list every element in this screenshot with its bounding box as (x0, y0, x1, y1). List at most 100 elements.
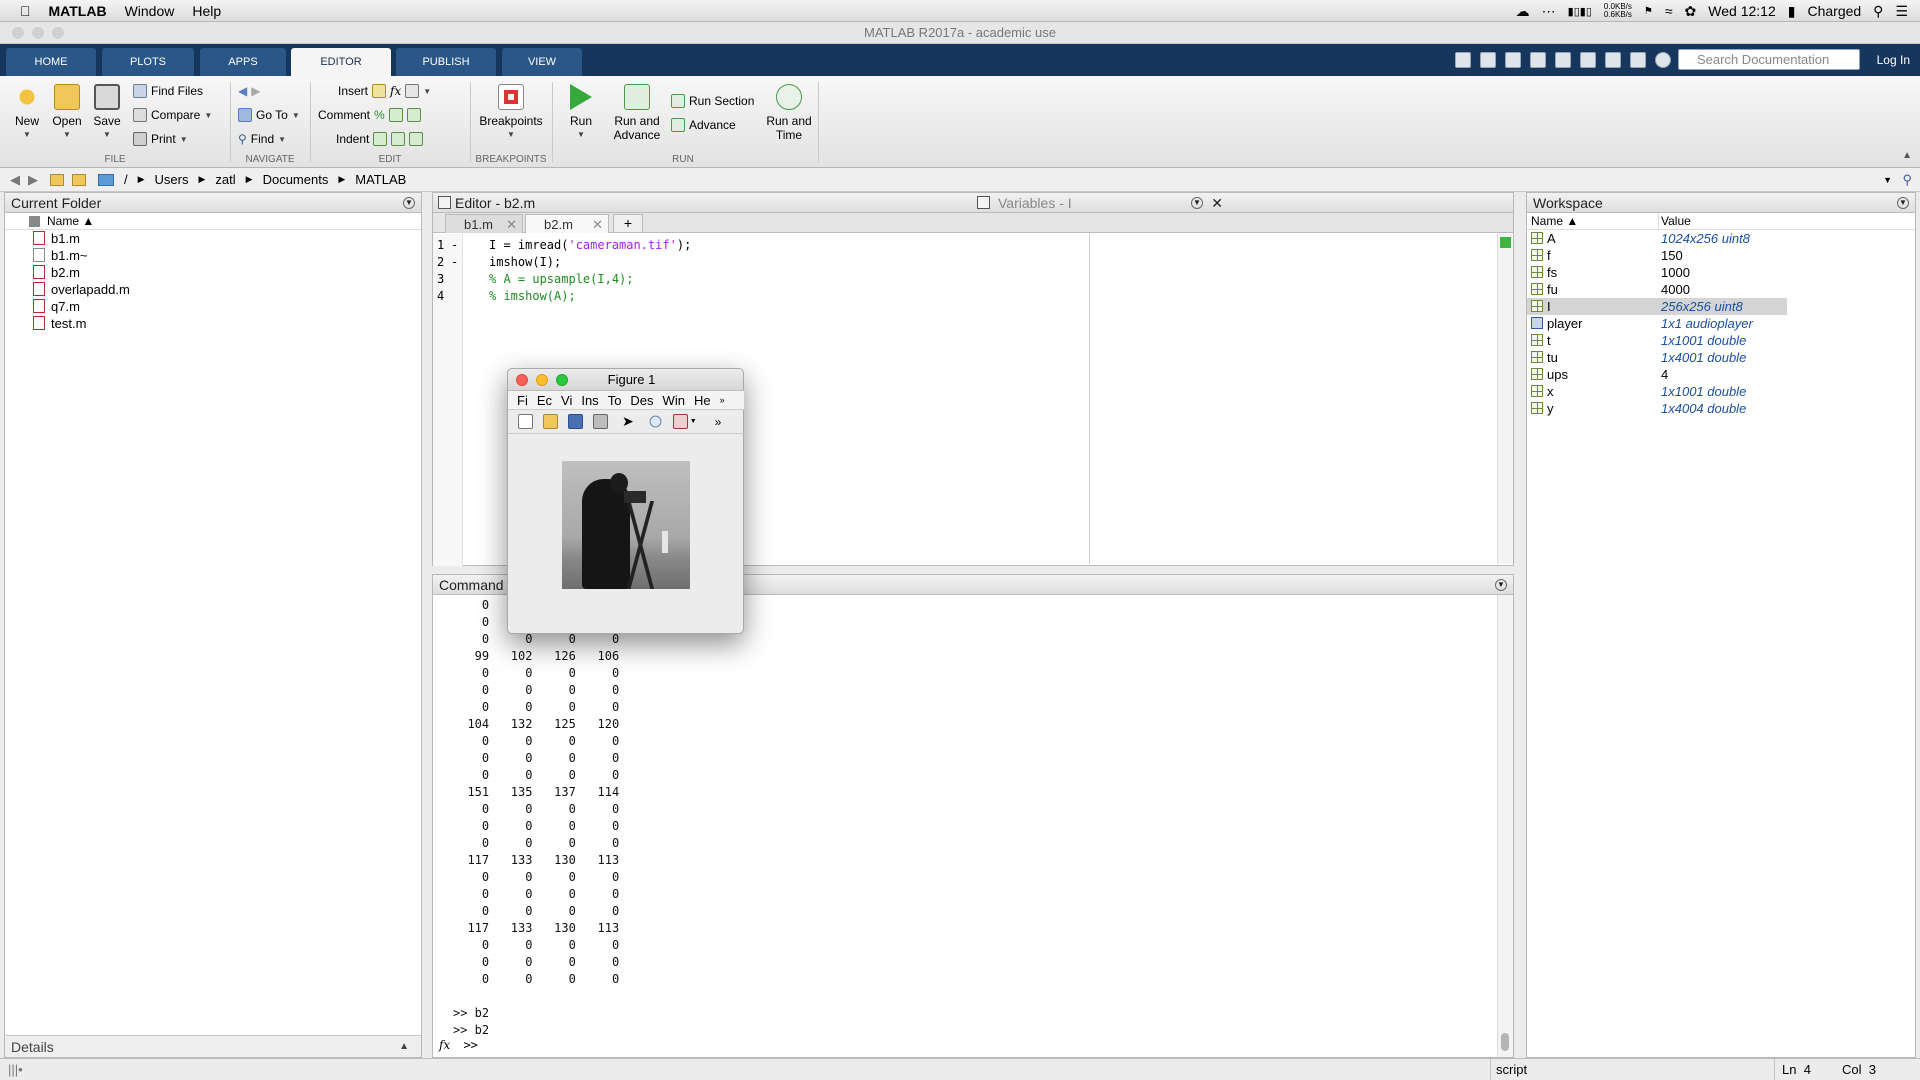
menu-app-matlab[interactable]: MATLAB (49, 3, 107, 19)
log-in-button[interactable]: Log In (1877, 50, 1910, 70)
go-to-button[interactable]: Go To ▼ (238, 106, 300, 124)
code-line[interactable]: 4% imshow(A); (433, 288, 1513, 305)
save-button[interactable]: Save ▼ (92, 84, 122, 142)
dropdown-icon[interactable]: ▼ (690, 418, 697, 425)
open-file-icon[interactable] (543, 414, 558, 429)
search-documentation-input[interactable]: Search Documentation (1678, 49, 1860, 70)
cloud-icon[interactable]: ☁ (1516, 3, 1530, 20)
workspace-row[interactable]: ups 4 (1527, 366, 1915, 383)
flag-icon[interactable]: ⚑ (1644, 6, 1653, 17)
column-header-name[interactable]: Name ▲ (1531, 213, 1578, 230)
search-folder-icon[interactable]: ⚲ (1902, 172, 1912, 188)
bluetooth-icon[interactable]: ✿ (1685, 3, 1697, 20)
new-button[interactable]: New ▼ (12, 84, 42, 142)
figure-title-bar[interactable]: Figure 1 (508, 369, 743, 391)
redo-icon[interactable] (1605, 52, 1621, 68)
run-and-time-button[interactable]: Run and Time (762, 84, 816, 142)
figure-zoom-button[interactable] (556, 374, 568, 386)
new-tab-icon[interactable]: + (613, 214, 643, 233)
scroll-thumb[interactable] (1501, 1033, 1509, 1051)
tab-b2m[interactable]: b2.m ✕ (525, 214, 609, 233)
find-button[interactable]: ⚲ Find ▼ (238, 130, 286, 148)
more-icon[interactable]: ⋯ (1542, 3, 1556, 20)
forward-icon[interactable]: ▶ (28, 172, 38, 188)
file-item[interactable]: q7.m (5, 298, 421, 315)
code-line[interactable]: 3% A = upsample(I,4); (433, 271, 1513, 288)
file-item[interactable]: b1.m~ (5, 247, 421, 264)
compare-button[interactable]: Compare ▼ (133, 106, 212, 124)
variables-tab-title[interactable]: Variables - I (998, 193, 1072, 213)
breakpoints-button[interactable]: Breakpoints ▼ (477, 84, 545, 142)
nav-back-forward[interactable]: ◀ ▶ (238, 82, 260, 100)
figure-close-button[interactable] (516, 374, 528, 386)
workspace-row[interactable]: fu 4000 (1527, 281, 1915, 298)
figure-menu-window[interactable]: Win (663, 393, 685, 408)
help-icon[interactable] (1655, 52, 1671, 68)
open-button[interactable]: Open ▼ (50, 84, 84, 142)
workspace-row[interactable]: fs 1000 (1527, 264, 1915, 281)
spotlight-search-icon[interactable]: ⚲ (1873, 3, 1883, 20)
menu-window[interactable]: Window (125, 3, 175, 19)
tab-publish[interactable]: PUBLISH (396, 48, 496, 76)
path-root[interactable]: / (124, 172, 128, 187)
workspace-row[interactable]: y 1x4004 double (1527, 400, 1915, 417)
code-line[interactable]: 1-I = imread('cameraman.tif'); (433, 237, 1513, 254)
figure-window[interactable]: Figure 1 Fi Ec Vi Ins To Des Win He » ➤ … (507, 368, 744, 634)
run-button[interactable]: Run ▼ (563, 84, 599, 142)
workspace-row[interactable]: f 150 (1527, 247, 1915, 264)
code-line[interactable]: 2- imshow(I); (433, 254, 1513, 271)
zoom-window-button[interactable] (52, 27, 64, 39)
quick-access-icon[interactable] (1455, 52, 1471, 68)
collapse-ribbon-icon[interactable]: ▲ (1902, 150, 1912, 161)
fx-function-browser-icon[interactable]: fx (439, 1038, 450, 1052)
workspace-row[interactable]: A 1024x256 uint8 (1527, 230, 1915, 247)
figure-menu-edit[interactable]: Ec (537, 393, 552, 408)
new-figure-icon[interactable] (518, 414, 533, 429)
expand-details-icon[interactable]: ▲ (399, 1036, 409, 1058)
command-scrollbar[interactable] (1497, 595, 1513, 1057)
tab-plots[interactable]: PLOTS (102, 48, 194, 76)
tab-b1m[interactable]: b1.m ✕ (445, 214, 523, 233)
panel-actions-icon[interactable]: ▼ (1897, 197, 1909, 209)
save-quick-icon[interactable] (1480, 52, 1496, 68)
file-item[interactable]: test.m (5, 315, 421, 332)
switch-windows-icon[interactable] (1630, 52, 1646, 68)
figure-menu-tools[interactable]: To (608, 393, 622, 408)
zoom-in-icon[interactable] (647, 414, 663, 429)
editor-actions-icon[interactable]: ▼ (1191, 197, 1203, 209)
figure-menu-insert[interactable]: Ins (581, 393, 598, 408)
data-cursor-icon[interactable] (672, 414, 688, 429)
minimize-window-button[interactable] (32, 27, 44, 39)
fx-icon[interactable]: fx (390, 84, 401, 98)
tab-apps[interactable]: APPS (200, 48, 286, 76)
pointer-icon[interactable]: ➤ (622, 413, 634, 430)
command-prompt-line[interactable]: fx >> (439, 1038, 478, 1052)
wifi-icon[interactable]: ≈ (1665, 3, 1673, 19)
figure-menu-help[interactable]: He (694, 393, 711, 408)
workspace-row[interactable]: x 1x1001 double (1527, 383, 1915, 400)
run-and-advance-button[interactable]: Run and Advance (608, 84, 666, 142)
copy-icon[interactable] (1530, 52, 1546, 68)
workspace-row[interactable]: tu 1x4001 double (1527, 349, 1915, 366)
column-header-value[interactable]: Value (1661, 213, 1691, 230)
file-item[interactable]: b2.m (5, 264, 421, 281)
code-area[interactable]: 1-I = imread('cameraman.tif'); 2- imshow(… (433, 237, 1513, 305)
tab-view[interactable]: VIEW (502, 48, 582, 76)
indent-button[interactable]: Indent (336, 130, 424, 148)
undo-icon[interactable] (1580, 52, 1596, 68)
notification-center-icon[interactable]: ☰ (1895, 3, 1908, 20)
path-matlab[interactable]: MATLAB (355, 172, 406, 187)
menu-help[interactable]: Help (192, 3, 221, 19)
apple-icon[interactable]:  (20, 3, 31, 19)
figure-menu-overflow-icon[interactable]: » (720, 395, 725, 405)
figure-menu-desktop[interactable]: Des (630, 393, 653, 408)
close-window-button[interactable] (12, 27, 24, 39)
figure-menu-file[interactable]: Fi (517, 393, 528, 408)
forward-arrow-icon[interactable]: ▶ (251, 84, 260, 98)
run-section-button[interactable]: Run Section (671, 92, 754, 110)
toolbar-overflow-icon[interactable]: » (715, 415, 722, 429)
close-tab-icon[interactable]: ✕ (592, 215, 603, 234)
path-dropdown-icon[interactable]: ▼ (1883, 175, 1892, 185)
status-bar-handle-icon[interactable]: |||• (8, 1059, 23, 1080)
figure-minimize-button[interactable] (536, 374, 548, 386)
